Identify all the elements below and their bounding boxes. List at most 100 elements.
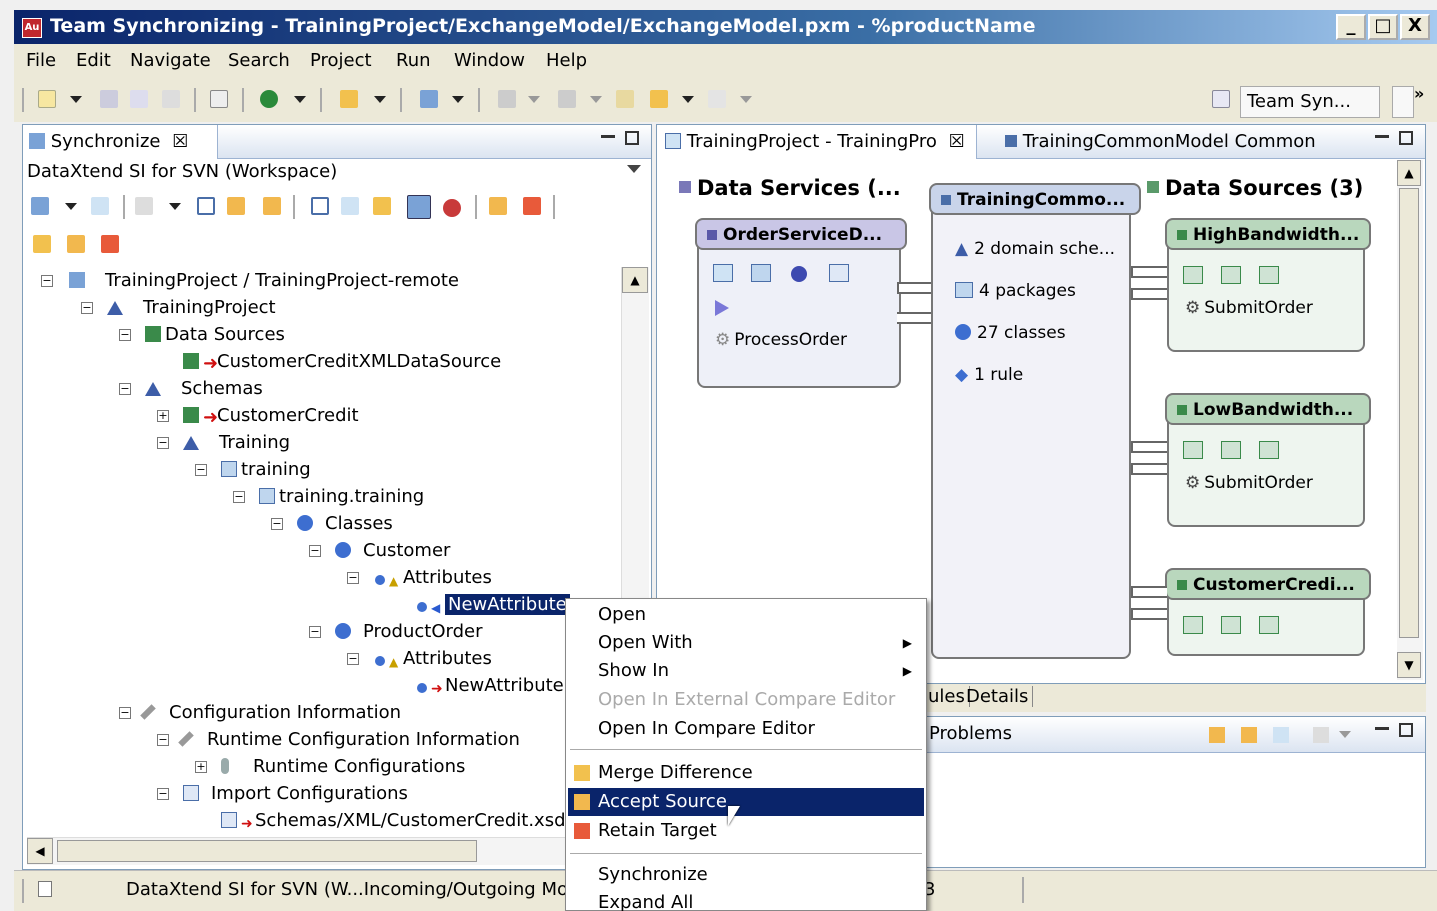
maximize-button[interactable]: □	[1368, 14, 1398, 40]
menu-edit[interactable]: Edit	[76, 50, 111, 71]
conflict-mode-icon[interactable]	[443, 199, 461, 217]
save-icon[interactable]	[100, 90, 118, 108]
close-icon[interactable]: ☒	[172, 131, 188, 152]
chevron-down-icon[interactable]	[70, 96, 82, 103]
rules-item[interactable]: ◆ 1 rule	[955, 365, 1023, 385]
pin-icon[interactable]	[91, 197, 109, 215]
collapse-toggle[interactable]: −	[347, 572, 359, 584]
scroll-up-icon[interactable]: ▲	[1397, 160, 1421, 186]
menu-search[interactable]: Search	[228, 50, 290, 71]
collapse-toggle[interactable]: −	[309, 626, 321, 638]
collapse-toggle[interactable]: −	[119, 707, 131, 719]
collapse-toggle[interactable]: −	[41, 275, 53, 287]
collapse-toggle[interactable]: −	[347, 653, 359, 665]
diagram-vertical-scrollbar[interactable]: ▲ ▼	[1397, 160, 1423, 680]
synchronize-icon[interactable]	[31, 197, 49, 215]
scroll-left-icon[interactable]: ◀	[27, 838, 53, 864]
minimize-button[interactable]: _	[1336, 14, 1366, 40]
menu-file[interactable]: File	[26, 50, 56, 71]
tab-trainingproject[interactable]: TrainingProject - TrainingPro ☒	[657, 125, 977, 159]
minimize-view-icon[interactable]	[601, 135, 615, 138]
scroll-down-icon[interactable]: ▼	[1397, 652, 1421, 678]
submit-order-operation[interactable]: ⚙ SubmitOrder	[1185, 298, 1313, 318]
maximize-view-icon[interactable]	[1399, 131, 1413, 145]
close-icon[interactable]: ☒	[949, 131, 965, 152]
collapse-toggle[interactable]: −	[157, 788, 169, 800]
menu-item-open-compare[interactable]: Open In Compare Editor	[568, 715, 924, 743]
menu-item-open-with[interactable]: Open With ▶	[568, 629, 924, 657]
reject-all-icon[interactable]	[523, 197, 541, 215]
source-node-lowbandwidth[interactable]: LowBandwidth... ⚙ SubmitOrder	[1165, 393, 1371, 527]
fast-view-icon[interactable]	[38, 881, 52, 897]
retain-icon[interactable]	[101, 235, 119, 253]
scroll-thumb[interactable]	[57, 840, 477, 862]
menu-item-accept-source[interactable]: Accept Source	[568, 788, 924, 816]
forward-icon[interactable]	[708, 90, 726, 108]
tree-item-training-schema[interactable]: Training	[183, 429, 290, 456]
menu-item-retain-target[interactable]: Retain Target	[568, 817, 924, 845]
menu-navigate[interactable]: Navigate	[130, 50, 211, 71]
chevron-down-icon[interactable]	[169, 203, 181, 210]
tab-rules[interactable]: ules	[928, 686, 970, 707]
collapse-toggle[interactable]: −	[119, 383, 131, 395]
collapse-toggle[interactable]: −	[81, 302, 93, 314]
chevron-down-icon[interactable]	[452, 96, 464, 103]
tree-item-schemas[interactable]: Schemas	[145, 375, 263, 402]
collapse-toggle[interactable]: −	[309, 545, 321, 557]
tree-item-project[interactable]: TrainingProject	[107, 294, 276, 321]
run-icon[interactable]	[260, 90, 278, 108]
tree-item-training-training[interactable]: training.training	[259, 483, 424, 510]
tree-item-data-sources[interactable]: Data Sources	[145, 321, 285, 348]
domain-schemas-item[interactable]: ▲ 2 domain sche...	[955, 239, 1115, 259]
menu-item-open[interactable]: Open	[568, 601, 924, 629]
common-model-node[interactable]: TrainingCommo... ▲ 2 domain sche... 4 pac…	[929, 183, 1141, 659]
open-perspective-icon[interactable]	[1212, 90, 1230, 108]
tab-synchronize[interactable]: Synchronize ☒	[23, 125, 218, 159]
maximize-view-icon[interactable]	[625, 131, 639, 145]
next-difference-icon[interactable]	[227, 197, 245, 215]
update-icon[interactable]	[373, 197, 391, 215]
pin-icon[interactable]	[1273, 727, 1289, 743]
tab-problems[interactable]: Problems	[929, 723, 1012, 744]
tree-item-import-configurations[interactable]: Import Configurations	[183, 780, 408, 807]
expand-toggle[interactable]: +	[195, 761, 207, 773]
scroll-up-icon[interactable]: ▲	[622, 267, 648, 293]
order-service-node[interactable]: OrderServiceD... ⚙ ProcessOrder	[695, 218, 907, 388]
close-button[interactable]: X	[1400, 14, 1430, 40]
filter-icon[interactable]	[1313, 727, 1329, 743]
submit-order-operation[interactable]: ⚙ SubmitOrder	[1185, 473, 1313, 493]
tree-item-runtime-configurations[interactable]: Runtime Configurations	[221, 753, 465, 780]
tree-item-training-package[interactable]: training	[221, 456, 311, 483]
tree-item-customer[interactable]: Customer	[335, 537, 450, 564]
chevron-down-icon[interactable]	[294, 96, 306, 103]
perspective-switcher[interactable]: Team Syn...	[1240, 86, 1380, 118]
source-node-customercredit[interactable]: CustomerCredi...	[1165, 568, 1371, 656]
tree-item-customercredit-xsd[interactable]: ➜ Schemas/XML/CustomerCredit.xsd	[221, 807, 566, 834]
view-menu-icon[interactable]	[627, 165, 641, 173]
accept-all-icon[interactable]	[489, 197, 507, 215]
chevron-down-icon[interactable]	[528, 96, 540, 103]
collapse-toggle[interactable]: −	[157, 734, 169, 746]
back-icon[interactable]	[650, 90, 668, 108]
previous-annotation-icon[interactable]	[558, 90, 576, 108]
menu-item-show-in[interactable]: Show In ▶	[568, 657, 924, 685]
perspective-extra[interactable]	[1392, 86, 1414, 118]
tree-item-project-remote[interactable]: TrainingProject / TrainingProject-remote	[69, 267, 459, 294]
tree-item-runtime-configuration-information[interactable]: Runtime Configuration Information	[178, 726, 520, 753]
merge-icon[interactable]	[33, 235, 51, 253]
minimize-view-icon[interactable]	[1375, 727, 1389, 730]
collapse-toggle[interactable]: −	[233, 491, 245, 503]
expand-all-icon[interactable]	[311, 197, 329, 215]
collapse-toggle[interactable]: −	[119, 329, 131, 341]
print-icon[interactable]	[162, 90, 180, 108]
refresh-icon[interactable]	[1241, 727, 1257, 743]
save-all-icon[interactable]	[130, 90, 148, 108]
previous-difference-icon[interactable]	[263, 197, 281, 215]
chevron-down-icon[interactable]	[65, 203, 77, 210]
mode-both-icon[interactable]	[407, 195, 431, 219]
tree-item-productorder-attributes[interactable]: ▲ Attributes	[375, 645, 492, 672]
menu-item-merge-difference[interactable]: Merge Difference	[568, 759, 924, 787]
packages-item[interactable]: 4 packages	[955, 281, 1076, 301]
chevron-down-icon[interactable]	[590, 96, 602, 103]
menu-help[interactable]: Help	[546, 50, 587, 71]
